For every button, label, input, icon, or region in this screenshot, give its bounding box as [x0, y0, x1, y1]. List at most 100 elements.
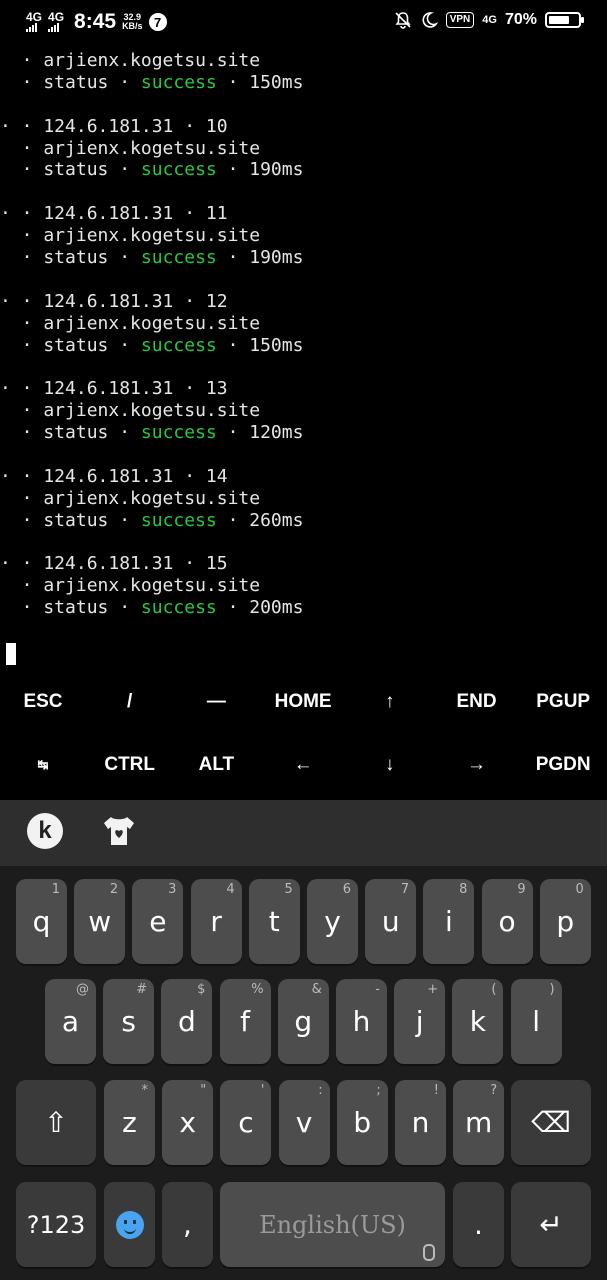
key-hint: ) — [549, 982, 555, 997]
status-label: · status · — [0, 334, 141, 356]
status-success: success — [140, 71, 217, 93]
keyboard-logo-button[interactable]: k — [27, 813, 63, 849]
terminal-line: · · 124.6.181.31 · 10 — [0, 115, 228, 137]
space-bar-label: English(US) — [259, 1210, 406, 1239]
speed-unit: KB/s — [122, 21, 143, 31]
key-hint: + — [427, 982, 439, 997]
backspace-key-label: ⌫ — [531, 1106, 571, 1139]
key-h[interactable]: h- — [336, 979, 387, 1064]
comma-key[interactable]: , — [162, 1182, 213, 1267]
extra-key-pgup[interactable]: PGUP — [520, 672, 606, 732]
key-f[interactable]: f% — [219, 979, 271, 1064]
extra-key-sym04[interactable]: ↑ — [347, 672, 433, 732]
latency-value: · 190ms — [216, 159, 304, 181]
extra-key-end[interactable]: END — [434, 672, 520, 732]
extra-key-sym02[interactable]: — — [173, 672, 259, 732]
backspace-key[interactable]: ⌫ — [511, 1080, 591, 1165]
key-z-label: z — [122, 1106, 137, 1139]
key-v-label: v — [295, 1106, 313, 1139]
terminal-line: · arjienx.kogetsu.site — [0, 312, 261, 334]
key-w-label: w — [88, 905, 112, 938]
terminal-line: · · 124.6.181.31 · 12 — [0, 290, 228, 312]
extra-key-sym10[interactable]: ↹ — [0, 735, 86, 795]
key-w[interactable]: w2 — [74, 879, 126, 964]
key-o[interactable]: o9 — [481, 879, 533, 964]
extra-key-esc[interactable]: ESC — [0, 672, 86, 732]
status-success: success — [140, 334, 217, 356]
terminal-line: · arjienx.kogetsu.site — [0, 50, 261, 71]
key-e[interactable]: e3 — [132, 879, 184, 964]
key-q[interactable]: q1 — [16, 879, 67, 964]
key-c[interactable]: c ' — [220, 1080, 272, 1165]
key-i[interactable]: i8 — [423, 879, 475, 964]
key-g[interactable]: g & — [277, 979, 329, 1064]
terminal-output[interactable]: · arjienx.kogetsu.site · status · succes… — [0, 50, 607, 619]
key-hint: 0 — [575, 882, 584, 897]
key-p[interactable]: p0 — [539, 879, 591, 964]
key-n-label: n — [411, 1106, 430, 1139]
key-r-label: r — [210, 905, 222, 938]
key-a[interactable]: a @ — [45, 979, 96, 1064]
terminal-extra-keys: ESC / — HOME ↑ END PGUP ↹ CTRL ALT ← ↓ → PGDN — [0, 672, 607, 800]
key-z[interactable]: z * — [104, 1080, 155, 1165]
emoji-key[interactable] — [104, 1182, 155, 1267]
status-success: success — [140, 159, 217, 181]
terminal-line: · arjienx.kogetsu.site — [0, 400, 261, 422]
symbols-key[interactable]: ?123 — [16, 1182, 96, 1267]
key-j[interactable]: j + — [394, 979, 446, 1064]
extra-key-sym13[interactable]: ← — [260, 735, 346, 795]
status-success: success — [140, 509, 217, 531]
enter-key[interactable]: ↵ — [511, 1182, 591, 1267]
extra-key-pgdn[interactable]: PGDN — [520, 735, 606, 795]
key-s-label: s — [121, 1005, 136, 1038]
key-t-label: t — [268, 905, 280, 938]
battery-icon — [545, 12, 584, 28]
space-bar[interactable]: English(US) — [220, 1182, 445, 1267]
extra-key-home[interactable]: HOME — [260, 672, 346, 732]
key-c-label: c — [238, 1106, 254, 1139]
latency-value: · 200ms — [216, 597, 304, 619]
extra-key-sym14[interactable]: ↓ — [347, 735, 433, 795]
signal-1: 4G — [26, 10, 43, 32]
key-r[interactable]: r4 — [190, 879, 242, 964]
status-label: · status · — [0, 159, 141, 181]
moon-icon — [422, 12, 438, 28]
status-success: success — [140, 597, 217, 619]
key-m[interactable]: m? — [453, 1080, 505, 1165]
status-label: · status · — [0, 597, 141, 619]
key-x[interactable]: x " — [162, 1080, 214, 1165]
terminal-line: · status · success · 190ms — [0, 159, 607, 181]
key-l[interactable]: l) — [510, 979, 562, 1064]
battery-percent: 70% — [504, 11, 537, 28]
key-a-label: a — [61, 1005, 80, 1038]
extra-key-sym01[interactable]: / — [87, 672, 173, 732]
theme-shirt-icon[interactable] — [101, 814, 137, 848]
shift-key[interactable]: ⇧ — [16, 1080, 96, 1165]
network-type-label: 4G — [26, 10, 43, 24]
extra-key-sym15[interactable]: → — [434, 735, 520, 795]
key-n[interactable]: n! — [395, 1080, 446, 1165]
key-d[interactable]: d $ — [161, 979, 213, 1064]
key-s[interactable]: s # — [103, 979, 155, 1064]
terminal-line: · status · success · 150ms — [0, 72, 607, 94]
key-k[interactable]: k( — [452, 979, 504, 1064]
period-key[interactable]: . — [453, 1182, 504, 1267]
latency-value: · 150ms — [216, 334, 304, 356]
keyboard-toolbar — [0, 800, 607, 866]
key-y[interactable]: y6 — [307, 879, 358, 964]
latency-value: · 190ms — [216, 247, 304, 269]
smiley-icon — [115, 1210, 144, 1239]
key-b[interactable]: b; — [336, 1080, 388, 1165]
bell-off-icon — [395, 12, 411, 29]
key-t[interactable]: t5 — [248, 879, 300, 964]
key-hint: $ — [197, 982, 206, 997]
status-bar-left: 4G 4G 8:45 32.9 KB/s 7 — [26, 10, 167, 34]
network-type-label: 4G — [48, 10, 65, 24]
extra-key-ctrl[interactable]: CTRL — [87, 735, 173, 795]
extra-key-alt[interactable]: ALT — [173, 735, 259, 795]
key-v[interactable]: v: — [278, 1080, 330, 1165]
key-hint: 6 — [342, 882, 351, 897]
key-u[interactable]: u7 — [365, 879, 417, 964]
